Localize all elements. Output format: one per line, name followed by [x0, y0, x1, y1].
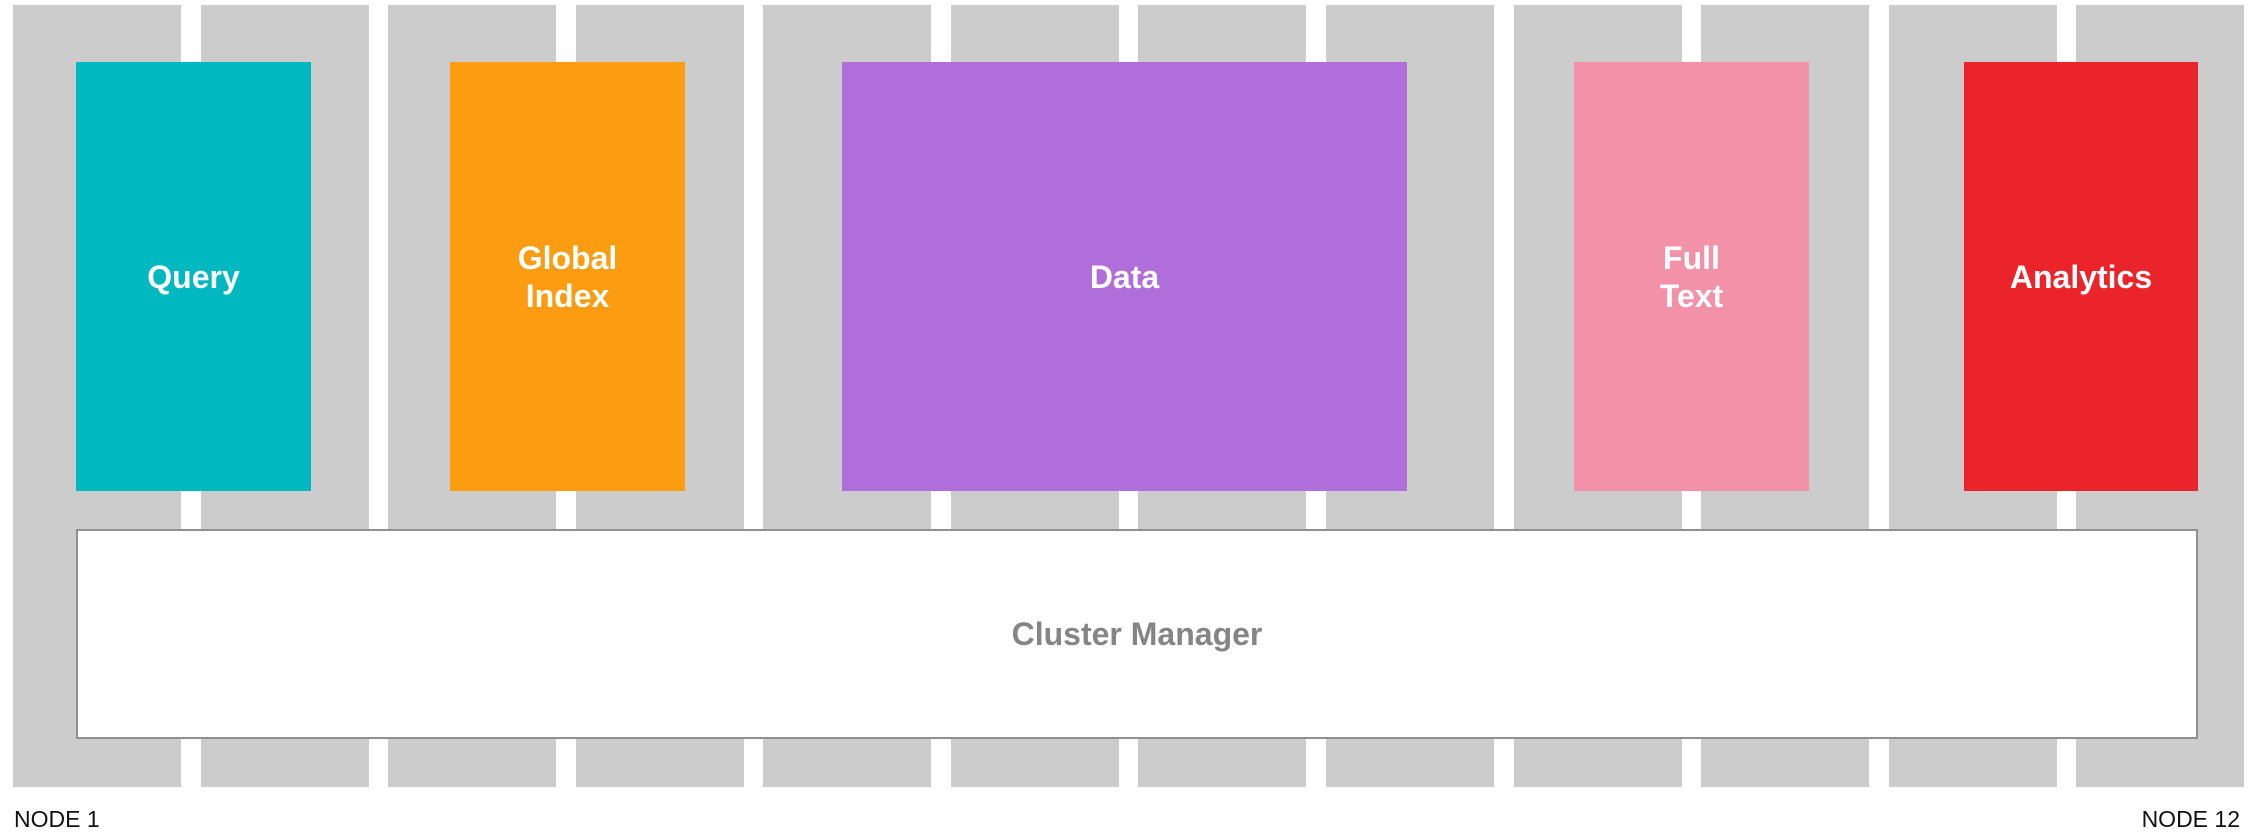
analytics-service-label: Analytics: [2009, 258, 2153, 295]
last-node-label: NODE 12: [2141, 806, 2240, 832]
query-service-block: Query: [76, 62, 311, 491]
data-service-block: Data: [842, 62, 1407, 491]
analytics-service-block: Analytics: [1964, 62, 2198, 491]
cluster-manager-label: Cluster Manager: [1011, 615, 1263, 652]
query-service-label: Query: [147, 258, 240, 295]
first-node-label: NODE 1: [14, 806, 100, 832]
global-index-service-block: Global Index: [450, 62, 685, 491]
global-index-service-label: Global Index: [517, 239, 618, 314]
full-text-service-block: Full Text: [1574, 62, 1809, 491]
data-service-label: Data: [1089, 258, 1160, 295]
cluster-manager-block: Cluster Manager: [76, 529, 2198, 739]
full-text-service-label: Full Text: [1659, 239, 1724, 314]
